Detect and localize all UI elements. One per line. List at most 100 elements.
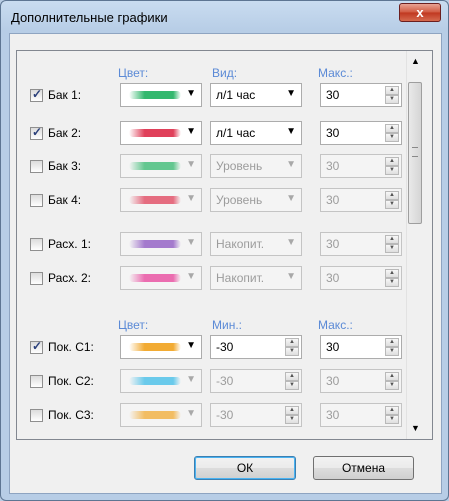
header-min-2: Мин.: bbox=[212, 318, 242, 332]
max-value: 30 bbox=[326, 193, 340, 207]
spin-up-icon[interactable]: ▲ bbox=[385, 338, 399, 347]
header-color-2: Цвет: bbox=[118, 318, 149, 332]
max-spinner[interactable]: 30 ▲ ▼ bbox=[320, 266, 402, 290]
row-label: Пок. С1: bbox=[48, 340, 94, 354]
min-value: -30 bbox=[216, 408, 234, 422]
header-view: Вид: bbox=[212, 66, 238, 80]
spin-up-icon[interactable]: ▲ bbox=[285, 338, 299, 347]
max-spinner[interactable]: 30 ▲ ▼ bbox=[320, 83, 402, 107]
ok-button[interactable]: ОК bbox=[194, 456, 296, 480]
view-combo[interactable]: л/1 час ▼ bbox=[210, 121, 302, 145]
max-spinner[interactable]: 30 ▲ ▼ bbox=[320, 121, 402, 145]
scroll-thumb[interactable] bbox=[408, 82, 422, 224]
row: Бак 2: ▼ л/1 час ▼ 30 ▲▼ bbox=[26, 119, 416, 149]
min-spinner[interactable]: -30 ▲ ▼ bbox=[210, 369, 302, 393]
row-label: Расх. 1: bbox=[48, 237, 91, 251]
view-combo[interactable]: Уровень ▼ bbox=[210, 154, 302, 178]
chevron-down-icon: ▼ bbox=[186, 126, 196, 137]
spin-up-icon[interactable]: ▲ bbox=[385, 269, 399, 278]
row-checkbox[interactable] bbox=[30, 194, 43, 207]
vertical-scrollbar[interactable]: ▲ ▼ bbox=[406, 51, 424, 439]
view-combo-value: Уровень bbox=[216, 193, 263, 207]
header-max-2: Макс.: bbox=[318, 318, 353, 332]
spin-down-icon[interactable]: ▼ bbox=[285, 415, 299, 424]
max-spinner[interactable]: 30 ▲ ▼ bbox=[320, 232, 402, 256]
view-combo[interactable]: л/1 час ▼ bbox=[210, 83, 302, 107]
view-combo[interactable]: Накопит. ▼ bbox=[210, 232, 302, 256]
spin-down-icon[interactable]: ▼ bbox=[385, 95, 399, 104]
spin-down-icon[interactable]: ▼ bbox=[285, 381, 299, 390]
color-combo[interactable]: ▼ bbox=[120, 232, 202, 256]
row-checkbox[interactable] bbox=[30, 160, 43, 173]
spin-down-icon[interactable]: ▼ bbox=[385, 200, 399, 209]
color-swatch bbox=[129, 240, 181, 248]
color-combo[interactable]: ▼ bbox=[120, 83, 202, 107]
color-combo[interactable]: ▼ bbox=[120, 121, 202, 145]
spin-up-icon[interactable]: ▲ bbox=[285, 406, 299, 415]
spin-down-icon[interactable]: ▼ bbox=[385, 244, 399, 253]
min-value: -30 bbox=[216, 340, 234, 354]
spin-up-icon[interactable]: ▲ bbox=[385, 235, 399, 244]
row: Расх. 1: ▼ Накопит. ▼ 30 ▲ ▼ bbox=[26, 230, 416, 260]
row: Бак 1: ▼ л/1 час ▼ 30 ▲▼ bbox=[26, 81, 416, 111]
min-value: -30 bbox=[216, 374, 234, 388]
max-value: 30 bbox=[326, 271, 340, 285]
spin-down-icon[interactable]: ▼ bbox=[385, 133, 399, 142]
spin-down-icon[interactable]: ▼ bbox=[385, 347, 399, 356]
view-combo-value: Накопит. bbox=[216, 271, 265, 285]
color-combo[interactable]: ▼ bbox=[120, 188, 202, 212]
view-combo[interactable]: Уровень ▼ bbox=[210, 188, 302, 212]
row-checkbox[interactable] bbox=[30, 375, 43, 388]
spin-up-icon[interactable]: ▲ bbox=[385, 86, 399, 95]
row-label: Пок. С3: bbox=[48, 408, 94, 422]
row-label: Бак 1: bbox=[48, 88, 82, 102]
row-checkbox[interactable] bbox=[30, 409, 43, 422]
spin-down-icon[interactable]: ▼ bbox=[385, 166, 399, 175]
spin-up-icon[interactable]: ▲ bbox=[385, 124, 399, 133]
max-value: 30 bbox=[326, 126, 340, 140]
close-icon: x bbox=[416, 5, 424, 20]
scroll-down-icon[interactable]: ▼ bbox=[407, 420, 424, 437]
close-button[interactable]: x bbox=[399, 3, 441, 22]
chevron-down-icon: ▼ bbox=[186, 237, 196, 248]
row-checkbox[interactable] bbox=[30, 339, 43, 354]
row: Пок. С3: ▼ -30 ▲ ▼ 30 ▲ ▼ bbox=[26, 401, 416, 431]
chevron-down-icon: ▼ bbox=[186, 88, 196, 99]
header-max: Макс.: bbox=[318, 66, 353, 80]
min-spinner[interactable]: -30 ▲ ▼ bbox=[210, 335, 302, 359]
row-checkbox[interactable] bbox=[30, 272, 43, 285]
title-bar[interactable]: Дополнительные графики x bbox=[1, 1, 448, 33]
max-value: 30 bbox=[326, 340, 340, 354]
spin-down-icon[interactable]: ▼ bbox=[285, 347, 299, 356]
spin-down-icon[interactable]: ▼ bbox=[385, 415, 399, 424]
max-spinner[interactable]: 30 ▲ ▼ bbox=[320, 403, 402, 427]
spin-up-icon[interactable]: ▲ bbox=[385, 372, 399, 381]
max-spinner[interactable]: 30 ▲ ▼ bbox=[320, 369, 402, 393]
row-checkbox[interactable] bbox=[30, 125, 43, 140]
view-combo[interactable]: Накопит. ▼ bbox=[210, 266, 302, 290]
spin-down-icon[interactable]: ▼ bbox=[385, 381, 399, 390]
cancel-button[interactable]: Отмена bbox=[313, 456, 414, 480]
spin-up-icon[interactable]: ▲ bbox=[385, 406, 399, 415]
min-spinner[interactable]: -30 ▲ ▼ bbox=[210, 403, 302, 427]
color-combo[interactable]: ▼ bbox=[120, 335, 202, 359]
chevron-down-icon: ▼ bbox=[286, 126, 296, 137]
color-combo[interactable]: ▼ bbox=[120, 403, 202, 427]
spin-up-icon[interactable]: ▲ bbox=[385, 191, 399, 200]
row-label: Пок. С2: bbox=[48, 374, 94, 388]
scroll-up-icon[interactable]: ▲ bbox=[407, 53, 424, 70]
color-swatch bbox=[129, 377, 181, 385]
spin-up-icon[interactable]: ▲ bbox=[385, 157, 399, 166]
row-checkbox[interactable] bbox=[30, 87, 43, 102]
chevron-down-icon: ▼ bbox=[286, 271, 296, 282]
color-combo[interactable]: ▼ bbox=[120, 154, 202, 178]
spin-up-icon[interactable]: ▲ bbox=[285, 372, 299, 381]
row-checkbox[interactable] bbox=[30, 238, 43, 251]
max-spinner[interactable]: 30 ▲ ▼ bbox=[320, 188, 402, 212]
color-combo[interactable]: ▼ bbox=[120, 369, 202, 393]
max-spinner[interactable]: 30 ▲ ▼ bbox=[320, 154, 402, 178]
color-combo[interactable]: ▼ bbox=[120, 266, 202, 290]
max-spinner[interactable]: 30 ▲ ▼ bbox=[320, 335, 402, 359]
max-value: 30 bbox=[326, 88, 340, 102]
spin-down-icon[interactable]: ▼ bbox=[385, 278, 399, 287]
